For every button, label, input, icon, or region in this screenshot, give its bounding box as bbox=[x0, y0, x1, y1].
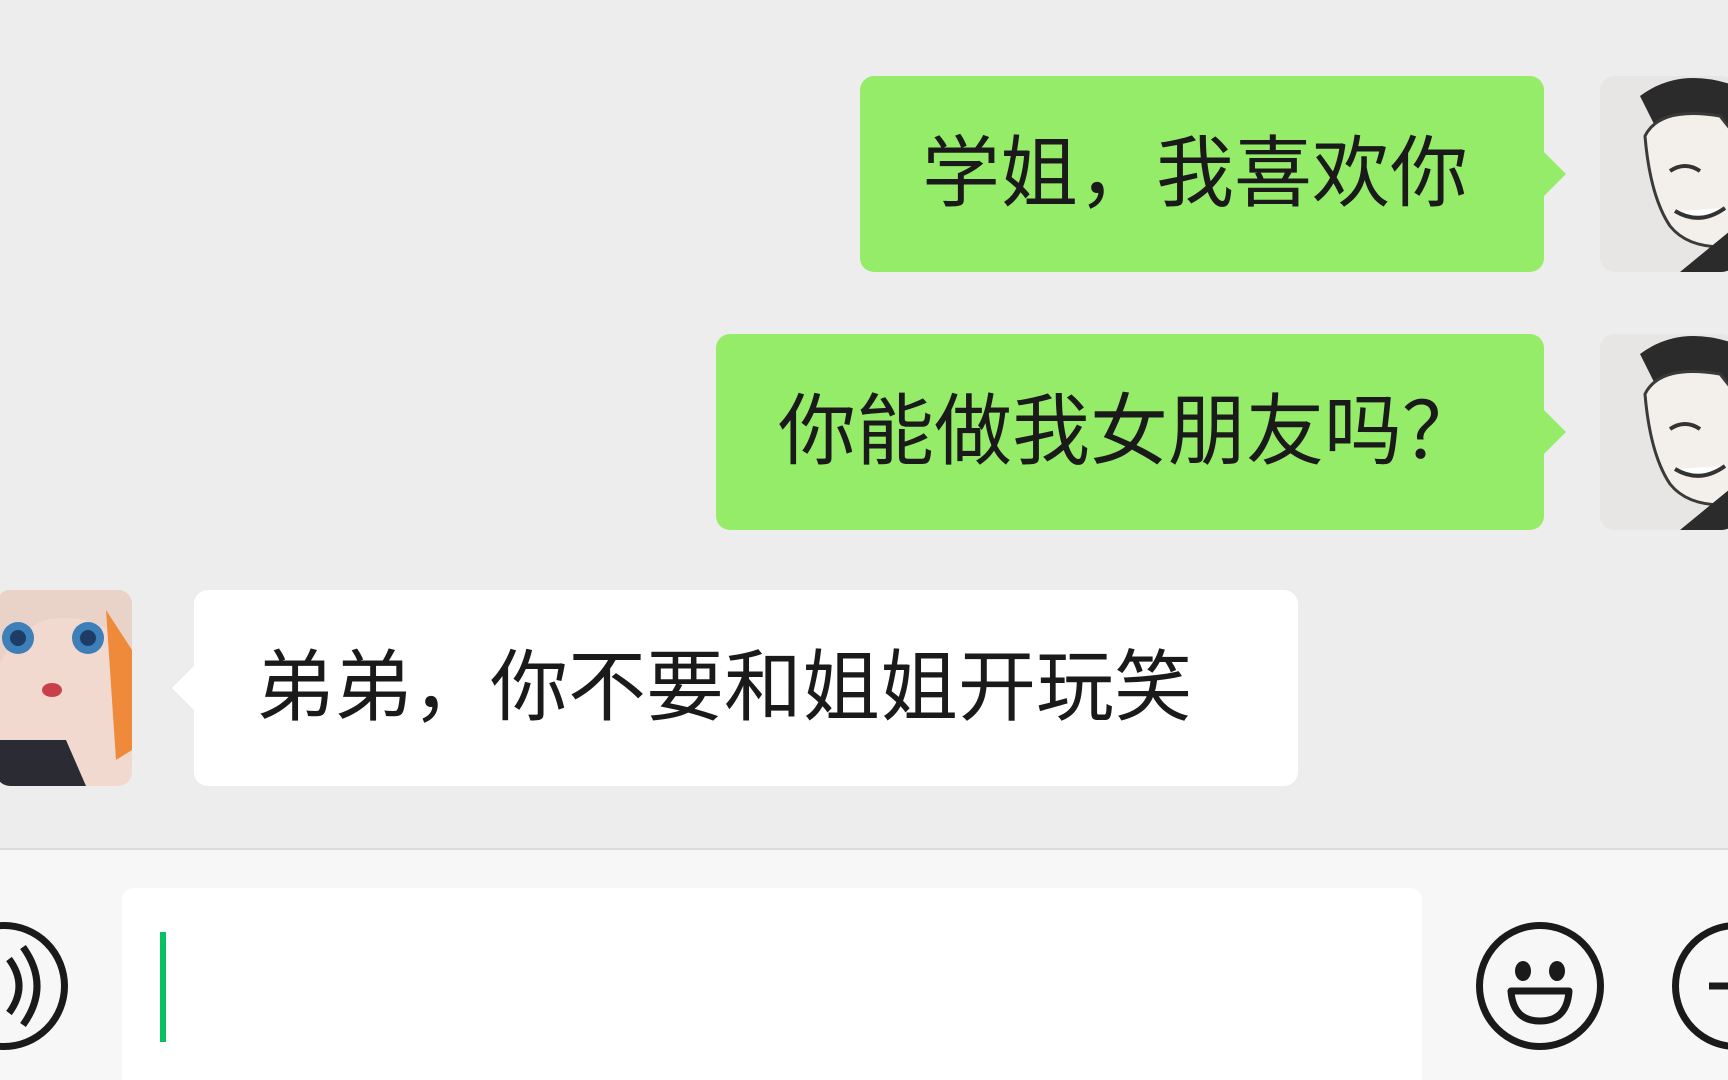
message-text: 学姐，我喜欢你 bbox=[922, 129, 1469, 219]
more-button[interactable] bbox=[1672, 922, 1728, 1050]
avatar-male-image bbox=[1600, 334, 1728, 530]
message-text: 弟弟，你不要和姐姐开玩笑 bbox=[256, 643, 1193, 733]
message-list[interactable]: 学姐，我喜欢你 你能做我女朋友吗？ 弟弟，你不要和姐姐开玩笑 bbox=[0, 0, 1728, 848]
message-bubble-outgoing[interactable]: 学姐，我喜欢你 bbox=[860, 76, 1566, 272]
message-bubble-incoming[interactable]: 弟弟，你不要和姐姐开玩笑 bbox=[172, 590, 1298, 786]
emoji-button[interactable] bbox=[1476, 922, 1604, 1050]
message-bubble-outgoing[interactable]: 你能做我女朋友吗？ bbox=[716, 334, 1566, 530]
voice-icon bbox=[6, 944, 41, 1028]
message-text: 你能做我女朋友吗？ bbox=[778, 387, 1481, 477]
emoji-icon bbox=[1507, 961, 1573, 1025]
avatar-male-image bbox=[1600, 76, 1728, 272]
text-caret bbox=[160, 932, 166, 1042]
plus-icon bbox=[1709, 982, 1728, 990]
my-avatar[interactable] bbox=[1600, 76, 1728, 272]
avatar-anime-girl-image bbox=[0, 590, 132, 786]
voice-button[interactable] bbox=[0, 922, 68, 1050]
message-input[interactable] bbox=[122, 888, 1422, 1080]
chat-screen: 学姐，我喜欢你 你能做我女朋友吗？ 弟弟，你不要和姐姐开玩笑 bbox=[0, 0, 1728, 1080]
input-toolbar bbox=[0, 848, 1728, 1080]
contact-avatar[interactable] bbox=[0, 590, 132, 786]
my-avatar[interactable] bbox=[1600, 334, 1728, 530]
